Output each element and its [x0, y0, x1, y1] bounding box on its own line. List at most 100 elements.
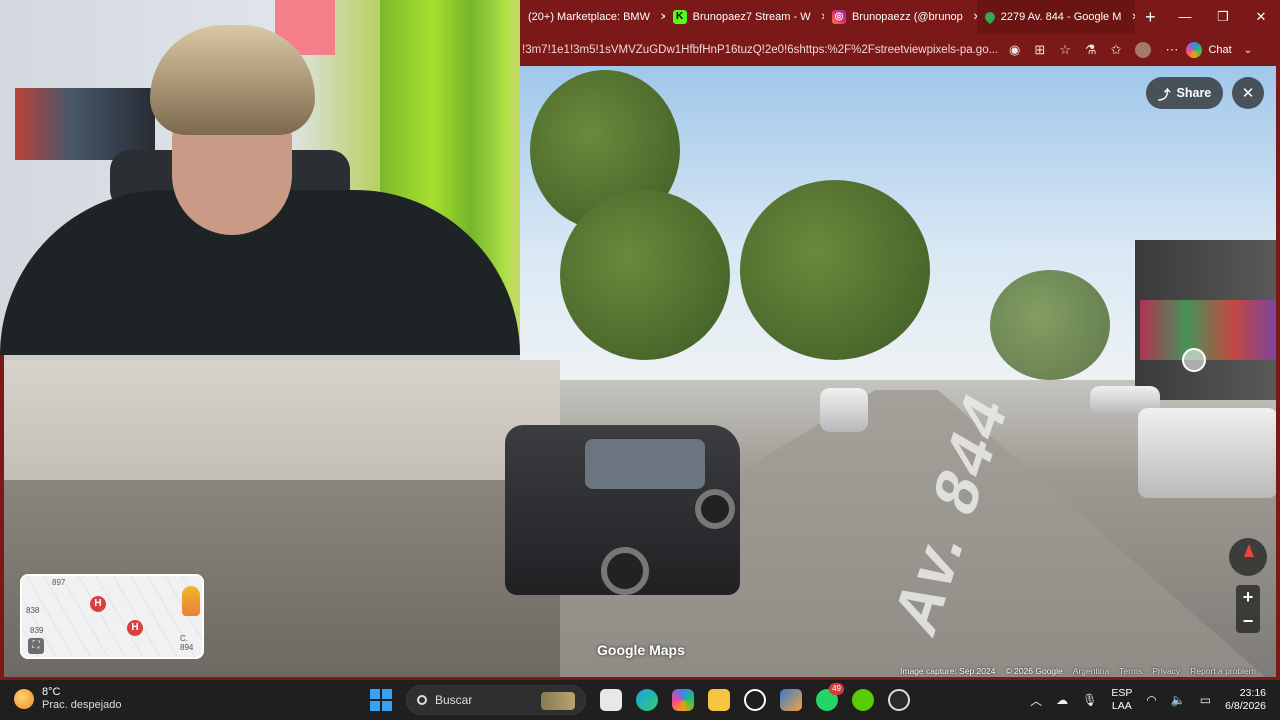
search-highlight-image — [541, 692, 575, 710]
whatsapp-icon[interactable]: 49 — [816, 683, 844, 711]
country-link[interactable]: Argentina — [1073, 666, 1109, 676]
tab-kick-stream[interactable]: K Brunopaez7 Stream - W ✕ — [665, 0, 824, 34]
share-icon: ⤴ — [1158, 87, 1171, 102]
window-controls: — ❐ ✕ — [1166, 9, 1280, 25]
hospital-icon[interactable]: H — [127, 620, 143, 636]
expand-map-icon[interactable]: ⛶ — [28, 638, 44, 654]
edge-browser-icon[interactable] — [636, 689, 658, 711]
taskbar-search[interactable]: Buscar — [406, 685, 586, 715]
parked-car — [1138, 408, 1278, 498]
omnibox-actions: ◉ ⊞ ☆ ⚗ ✩ ⋯ — [1009, 42, 1178, 58]
street-label: 838 — [26, 606, 40, 615]
notification-badge: 49 — [829, 683, 844, 695]
chatgpt-icon[interactable] — [744, 689, 766, 711]
street-label: C. 894 — [180, 634, 194, 652]
location-pin-icon[interactable] — [1182, 348, 1206, 372]
onedrive-cloud-icon[interactable]: ☁ — [1056, 693, 1068, 707]
mini-map[interactable]: 897 838 839 C. 894 H H ⛶ — [20, 574, 204, 659]
chat-label: Chat — [1208, 44, 1232, 56]
profile-avatar[interactable] — [1135, 42, 1152, 58]
hospital-icon[interactable]: H — [90, 596, 106, 612]
minimize-icon[interactable]: — — [1166, 9, 1204, 25]
zoom-in-button[interactable]: + — [1236, 585, 1260, 609]
maximize-icon[interactable]: ❐ — [1204, 9, 1242, 25]
time: 23:16 — [1239, 687, 1266, 699]
google-maps-logo: Google Maps — [597, 642, 685, 658]
wheel — [601, 547, 649, 595]
wheel — [695, 489, 735, 529]
browser-tab-strip: (20+) Marketplace: BMW ✕ K Brunopaez7 St… — [520, 0, 1280, 34]
clock[interactable]: 23:16 6/8/2026 — [1225, 687, 1266, 713]
car-window — [585, 439, 705, 489]
taskbar-apps: Buscar 49 — [370, 683, 910, 716]
microphone-icon[interactable]: 🎙 — [1082, 693, 1097, 707]
privacy-link[interactable]: Privacy — [1152, 666, 1180, 676]
zoom-control: + − — [1236, 585, 1260, 633]
pegman-icon[interactable] — [182, 586, 200, 616]
google-maps-icon — [982, 9, 997, 25]
tab-marketplace[interactable]: (20+) Marketplace: BMW ✕ — [520, 0, 665, 34]
street-label: 897 — [52, 578, 66, 587]
settings-gear-icon[interactable] — [888, 689, 910, 711]
instagram-icon: ◎ — [831, 10, 846, 24]
chevron-down-icon[interactable]: ⌄ — [1244, 45, 1252, 56]
date: 6/8/2026 — [1225, 700, 1266, 712]
weather-icon — [14, 689, 34, 709]
input-language[interactable]: ESP LAA — [1111, 687, 1132, 713]
copyright: © 2026 Google — [1005, 666, 1063, 676]
copilot-chat-button[interactable]: Chat — [1186, 42, 1232, 58]
graffiti-wall — [0, 360, 560, 490]
report-problem-link[interactable]: Report a problem — [1190, 666, 1256, 676]
parked-van — [820, 388, 868, 432]
browser-border — [0, 355, 4, 680]
wifi-icon[interactable]: ◠ — [1146, 693, 1156, 707]
language-code: ESP — [1111, 687, 1133, 699]
kick-icon: K — [672, 10, 687, 24]
duolingo-icon[interactable] — [852, 689, 874, 711]
windows-start-icon[interactable] — [370, 689, 392, 711]
copilot-icon[interactable] — [672, 689, 694, 711]
weather-temp: 8°C — [42, 686, 61, 698]
search-label: Buscar — [435, 693, 473, 707]
favorites-icon[interactable]: ✩ — [1111, 42, 1122, 58]
url-field[interactable]: !3m7!1e1!3m5!1sVMVZuGDw1HfbfHnP16tuzQ!2e… — [522, 44, 997, 56]
zoom-out-button[interactable]: − — [1236, 609, 1260, 633]
system-tray: ︿ ☁ 🎙 ESP LAA ◠ 🔈 ▭ 23:16 6/8/2026 — [1030, 680, 1280, 720]
search-icon — [417, 695, 427, 705]
extensions-icon[interactable]: ⚗ — [1085, 42, 1097, 58]
share-button[interactable]: ⤴ Share — [1146, 77, 1224, 109]
street-label: 839 — [30, 626, 44, 635]
tab-google-maps[interactable]: 2279 Av. 844 - Google M ✕ — [976, 0, 1135, 34]
image-capture-date: Image capture: Sep 2024 — [900, 666, 996, 676]
tab-title: Brunopaez7 Stream - W — [692, 11, 811, 23]
chevron-up-icon[interactable]: ︿ — [1030, 692, 1042, 709]
close-window-icon[interactable]: ✕ — [1242, 9, 1280, 25]
terms-link[interactable]: Terms — [1119, 666, 1142, 676]
black-suv — [505, 425, 740, 595]
file-explorer-icon[interactable] — [708, 689, 730, 711]
microsoft-store-icon[interactable] — [780, 689, 802, 711]
tree — [740, 180, 930, 360]
close-street-view-button[interactable]: ✕ — [1232, 77, 1264, 109]
keyboard-layout: LAA — [1111, 700, 1132, 712]
tab-title: (20+) Marketplace: BMW — [528, 11, 650, 23]
browser-address-bar: !3m7!1e1!3m5!1sVMVZuGDw1HfbfHnP16tuzQ!2e… — [520, 34, 1280, 66]
bookmark-star-icon[interactable]: ☆ — [1059, 42, 1071, 58]
weather-widget[interactable]: 8°C Prac. despejado — [14, 686, 122, 712]
battery-icon[interactable]: ▭ — [1200, 693, 1211, 707]
new-tab-button[interactable]: + — [1135, 7, 1166, 28]
tab-instagram[interactable]: ◎ Brunopaezz (@brunop ✕ — [824, 0, 977, 34]
compass-icon[interactable] — [1229, 538, 1267, 576]
share-label: Share — [1176, 86, 1212, 100]
tree — [560, 190, 730, 360]
volume-icon[interactable]: 🔈 — [1171, 693, 1186, 707]
mural — [1140, 300, 1280, 360]
tree — [990, 270, 1110, 380]
more-menu-icon[interactable]: ⋯ — [1165, 42, 1178, 58]
tab-title: Brunopaezz (@brunop — [851, 11, 963, 23]
location-icon[interactable]: ◉ — [1009, 42, 1020, 58]
screen: Av. 844 (20+) Marketplace: BMW ✕ K Bruno… — [0, 0, 1280, 720]
tab-title: 2279 Av. 844 - Google M — [1000, 11, 1122, 23]
task-view-icon[interactable] — [600, 689, 622, 711]
install-app-icon[interactable]: ⊞ — [1034, 42, 1045, 58]
